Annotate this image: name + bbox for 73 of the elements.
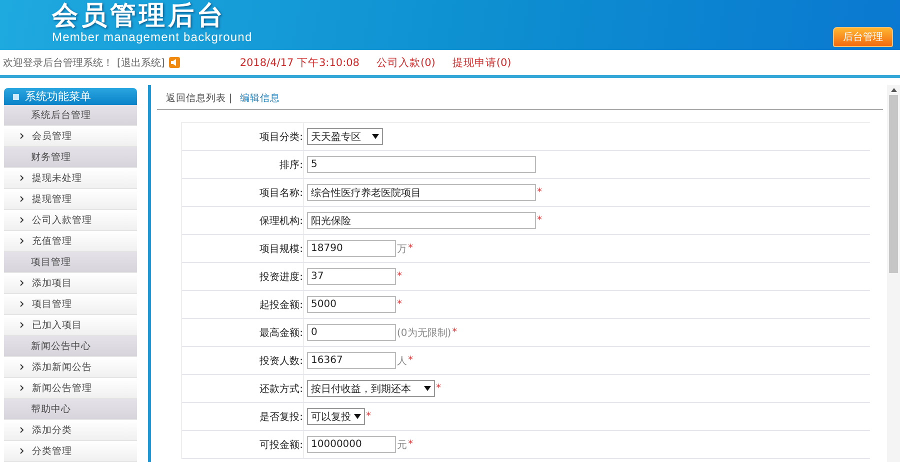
required-mark: *: [436, 383, 441, 394]
field-label: 项目规模:: [260, 242, 303, 256]
chevron-icon: [20, 322, 24, 328]
field-label: 还款方式:: [260, 382, 303, 396]
select-field[interactable]: 按日付收益，到期还本: [307, 380, 435, 397]
input-field[interactable]: 16367: [307, 352, 396, 369]
input-field[interactable]: 阳光保险: [307, 212, 536, 229]
chevron-icon: [20, 175, 24, 181]
field-label: 是否复投:: [260, 410, 303, 424]
unit-text: 万: [397, 242, 407, 256]
speaker-icon[interactable]: [168, 57, 180, 68]
chevron-icon: [20, 385, 24, 391]
unit-text: 人: [397, 354, 407, 368]
caret-icon: [372, 134, 379, 139]
chevron-icon: [20, 217, 24, 223]
chevron-icon: [20, 238, 24, 244]
chevron-icon: [20, 448, 24, 454]
notice-link[interactable]: 公司入款(0): [376, 56, 436, 70]
chevron-icon: [20, 196, 24, 202]
field-label: 投资进度:: [260, 270, 303, 284]
chevron-icon: [20, 280, 24, 286]
sidebar-title: 系统功能菜单: [25, 89, 91, 104]
field-label: 可投金额:: [260, 438, 303, 452]
chevron-icon: [20, 301, 24, 307]
required-mark: *: [408, 439, 413, 450]
field-label: 排序:: [280, 158, 303, 172]
site-subtitle: Member management background: [52, 31, 252, 44]
required-mark: *: [452, 327, 458, 338]
caret-icon: [424, 386, 431, 391]
square-bullet-icon: [13, 94, 19, 100]
menu-group: 财务管理: [4, 147, 137, 168]
input-field[interactable]: 5000: [307, 296, 396, 313]
input-field[interactable]: 0: [307, 324, 396, 341]
field-label: 项目分类:: [260, 130, 303, 144]
field-label: 项目名称:: [260, 186, 303, 200]
menu-group: 系统后台管理: [4, 105, 137, 126]
select-field[interactable]: 可以复投: [307, 408, 365, 425]
notice-link[interactable]: 提现申请(0): [452, 56, 512, 70]
required-mark: *: [537, 215, 542, 226]
input-field[interactable]: 10000000: [307, 436, 396, 453]
scrollbar[interactable]: [887, 85, 900, 462]
chevron-icon: [20, 364, 24, 370]
logout-link[interactable]: [退出系统]: [117, 56, 165, 70]
select-field[interactable]: 天天盈专区: [307, 128, 383, 145]
required-mark: *: [537, 187, 542, 198]
back-link[interactable]: 返回信息列表 |: [166, 92, 232, 104]
unit-text: 元: [397, 438, 407, 452]
field-label: 最高金额:: [260, 326, 303, 340]
field-label: 投资人数:: [260, 354, 303, 368]
required-mark: *: [366, 411, 371, 422]
required-mark: *: [408, 243, 413, 254]
field-label: 保理机构:: [260, 214, 303, 228]
scroll-thumb[interactable]: [889, 95, 898, 273]
site-title: 会员管理后台: [52, 1, 227, 31]
datetime-text: 2018/4/17 下午3:10:08: [240, 56, 360, 70]
field-label: 起投金额:: [260, 298, 303, 312]
menu-group: 新闻公告中心: [4, 336, 137, 357]
input-field[interactable]: 37: [307, 268, 396, 285]
scroll-up-icon[interactable]: [890, 88, 896, 92]
caret-icon: [354, 414, 361, 419]
menu-group: 项目管理: [4, 252, 137, 273]
required-mark: *: [408, 355, 413, 366]
unit-text: (0为无限制): [397, 326, 452, 340]
required-mark: *: [397, 271, 402, 282]
input-field[interactable]: 5: [307, 156, 536, 173]
edit-tab[interactable]: 编辑信息: [240, 92, 280, 104]
chevron-icon: [20, 427, 24, 433]
menu-group: 帮助中心: [4, 399, 137, 420]
input-field[interactable]: 18790: [307, 240, 396, 257]
welcome-text: 欢迎登录后台管理系统！: [3, 56, 113, 70]
chevron-icon: [20, 133, 24, 139]
required-mark: *: [397, 299, 402, 310]
input-field[interactable]: 综合性医疗养老医院项目: [307, 184, 536, 201]
